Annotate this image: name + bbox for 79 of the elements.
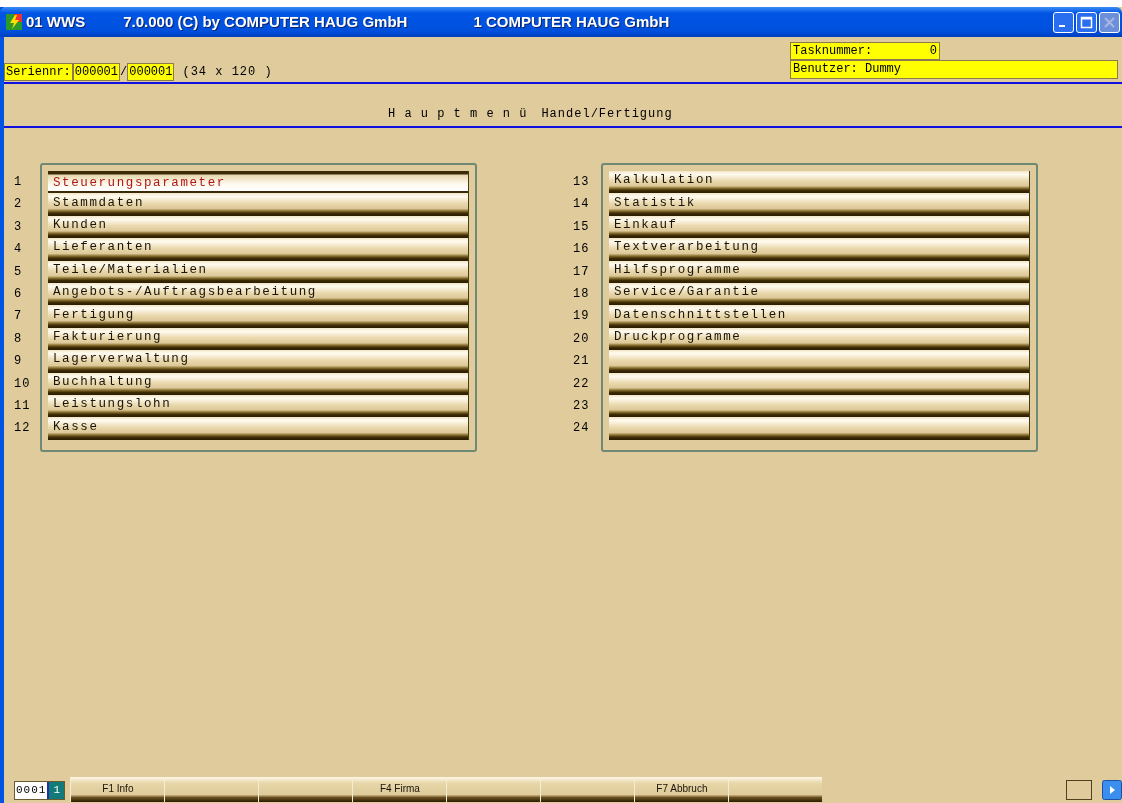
menu-number: 20: [573, 330, 591, 348]
version-title: 7.0.000 (C) by COMPUTER HAUG GmbH: [123, 11, 408, 32]
play-icon[interactable]: [1102, 780, 1122, 800]
minimize-icon: [1058, 25, 1065, 27]
menu-item[interactable]: Stammdaten: [48, 193, 469, 216]
menu-number: 22: [573, 375, 591, 393]
menu-number: 14: [573, 196, 591, 214]
menu-number: 13: [573, 174, 591, 191]
function-key[interactable]: [258, 777, 353, 802]
menu-number: 12: [14, 420, 32, 438]
menu-number: 17: [573, 263, 591, 281]
menu-item[interactable]: Fertigung: [48, 305, 469, 328]
maximize-button[interactable]: [1076, 11, 1097, 33]
menu-number: 1: [14, 174, 24, 191]
menu-number: 6: [14, 285, 24, 303]
menu-number: 8: [14, 330, 24, 348]
menu-number: 21: [573, 353, 591, 371]
screen-size-text: (34 x 120 ): [182, 64, 273, 80]
serial-field: 000001: [127, 63, 175, 81]
app-name: 01 WWS: [26, 11, 86, 32]
record-counter: 0001: [15, 782, 48, 799]
status-box: [1066, 780, 1092, 800]
menu-item[interactable]: Steuerungsparameter: [48, 171, 469, 194]
function-key[interactable]: [540, 777, 635, 802]
menu-item[interactable]: Einkauf: [609, 215, 1030, 239]
menu-item[interactable]: Kasse: [48, 417, 469, 440]
function-key[interactable]: [728, 777, 823, 802]
serial-label: Seriennr:: [4, 63, 73, 81]
minimize-button[interactable]: [1053, 11, 1074, 33]
close-icon: [1103, 15, 1116, 29]
menu-number: 19: [573, 308, 591, 326]
task-number-value: 0: [929, 43, 937, 59]
menu-number: 4: [14, 241, 24, 259]
menu-number: 5: [14, 263, 24, 281]
menu-number: 3: [14, 218, 24, 236]
serial-field: 000001: [72, 63, 121, 81]
menu-item[interactable]: [609, 394, 1030, 418]
function-key[interactable]: F7 Abbruch: [634, 777, 729, 802]
menu-number: 15: [573, 218, 591, 236]
menu-item[interactable]: Datenschnittstellen: [609, 305, 1030, 328]
menu-subtitle: Handel/Fertigung: [541, 106, 673, 123]
menu-item[interactable]: Teile/Materialien: [48, 260, 469, 283]
menu-item[interactable]: Kalkulation: [609, 171, 1030, 194]
menu-item[interactable]: [609, 350, 1030, 373]
menu-number: 10: [14, 375, 32, 393]
menu-item[interactable]: Statistik: [609, 193, 1030, 216]
menu-title: H a u p t m e n ü: [388, 106, 528, 123]
menu-number: 16: [573, 241, 591, 259]
menu-number: 23: [573, 397, 591, 415]
serial-separator: /: [120, 64, 128, 80]
menu-item[interactable]: Buchhaltung: [48, 372, 469, 395]
maximize-icon: [1080, 15, 1093, 29]
menu-number: 9: [14, 353, 24, 371]
menu-number: 11: [14, 397, 32, 415]
menu-item[interactable]: Hilfsprogramme: [609, 260, 1030, 283]
task-number-label: Tasknummer:: [793, 43, 873, 59]
menu-number: 18: [573, 285, 591, 303]
menu-number: 2: [14, 196, 24, 214]
menu-item[interactable]: Leistungslohn: [48, 394, 469, 418]
menu-item[interactable]: Kunden: [48, 215, 469, 239]
company-title: 1 COMPUTER HAUG GmbH: [473, 11, 670, 32]
user-field: Benutzer: Dummy: [790, 60, 1118, 79]
menu-item[interactable]: Lagerverwaltung: [48, 350, 469, 373]
menu-item[interactable]: [609, 417, 1030, 440]
menu-item[interactable]: Fakturierung: [48, 327, 469, 351]
app-icon: [6, 14, 22, 30]
menu-item[interactable]: Lieferanten: [48, 238, 469, 261]
menu-item[interactable]: [609, 372, 1030, 395]
function-key[interactable]: [446, 777, 541, 802]
menu-number: 24: [573, 420, 591, 438]
menu-item[interactable]: Textverarbeitung: [609, 238, 1030, 261]
menu-number: 7: [14, 308, 24, 326]
menu-item[interactable]: Druckprogramme: [609, 327, 1030, 351]
function-key[interactable]: [164, 777, 259, 802]
page-indicator: 1: [47, 782, 65, 799]
function-key[interactable]: F1 Info: [70, 777, 165, 802]
function-key[interactable]: F4 Firma: [352, 777, 447, 802]
menu-item[interactable]: Angebots-/Auftragsbearbeitung: [48, 282, 469, 306]
menu-item[interactable]: Service/Garantie: [609, 282, 1030, 306]
